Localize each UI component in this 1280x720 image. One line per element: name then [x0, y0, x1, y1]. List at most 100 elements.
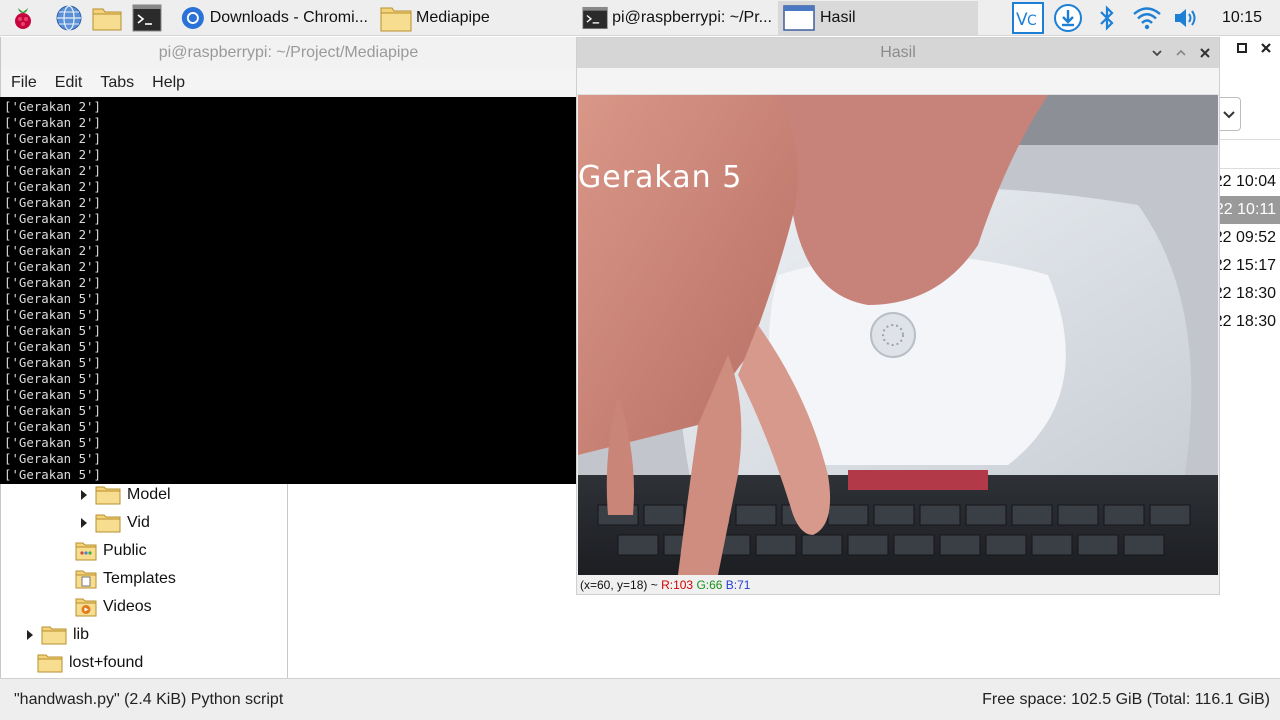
fm-statusbar: "handwash.py" (2.4 KiB) Python script Fr…	[0, 678, 1280, 720]
file-manager-icon[interactable]	[92, 3, 122, 33]
fm-file-date-selected[interactable]: 22 10:11	[1219, 196, 1280, 224]
fm-maximize-icon[interactable]	[1234, 40, 1250, 56]
hasil-title-bar[interactable]: Hasil	[577, 38, 1219, 68]
task-label: Downloads - Chromi...	[209, 9, 368, 26]
tree-item-label: lost+found	[69, 654, 144, 671]
vnc-icon[interactable]: V C	[1012, 2, 1044, 34]
volume-icon[interactable]	[1171, 2, 1203, 34]
tree-item-videos[interactable]: Videos	[75, 594, 152, 620]
terminal-line: ['Gerakan 5']	[4, 451, 101, 466]
terminal-line: ['Gerakan 5']	[4, 467, 101, 482]
tree-item-label: Public	[103, 542, 147, 559]
bluetooth-icon[interactable]	[1091, 2, 1123, 34]
wifi-icon[interactable]	[1131, 2, 1163, 34]
pixel-coords: (x=60, y=18) ~	[580, 578, 658, 592]
terminal-launcher-icon[interactable]	[132, 3, 162, 33]
terminal-line: ['Gerakan 5']	[4, 355, 101, 370]
fm-file-date[interactable]: 22 18:30	[1219, 280, 1280, 308]
terminal-line: ['Gerakan 5']	[4, 291, 101, 306]
gesture-overlay-label: Gerakan 5	[578, 160, 743, 195]
folder-icon	[37, 654, 63, 673]
minimize-icon[interactable]	[1149, 45, 1165, 61]
tree-item-lost-found[interactable]: lost+found	[37, 650, 143, 676]
tree-item-label: Model	[127, 486, 171, 503]
web-browser-icon[interactable]	[54, 3, 84, 33]
terminal-menubar: File Edit Tabs Help	[0, 68, 576, 97]
terminal-line: ['Gerakan 2']	[4, 115, 101, 130]
task-chromium[interactable]: Downloads - Chromi...	[176, 1, 372, 35]
selected-file-info: "handwash.py" (2.4 KiB) Python script	[14, 691, 284, 708]
tree-item-label: Vid	[127, 514, 150, 531]
terminal-line: ['Gerakan 2']	[4, 147, 101, 162]
chevron-down-icon	[1223, 111, 1235, 119]
task-hasil[interactable]: Hasil	[778, 1, 978, 35]
tree-item-templates[interactable]: Templates	[75, 566, 176, 592]
menu-tabs[interactable]: Tabs	[100, 74, 134, 92]
folder-icon	[380, 7, 412, 32]
fm-directory-tree: Model Vid Public Templates Videos lib lo…	[0, 484, 288, 678]
fm-file-date[interactable]: 22 15:17	[1219, 252, 1280, 280]
hasil-toolbar	[577, 68, 1219, 95]
expand-arrow-icon[interactable]	[79, 517, 89, 529]
free-space-info: Free space: 102.5 GiB (Total: 116.1 GiB)	[982, 691, 1270, 708]
task-mediapipe-folder[interactable]: Mediapipe	[376, 1, 572, 35]
terminal-line: ['Gerakan 5']	[4, 403, 101, 418]
fm-file-date[interactable]: 22 10:04	[1219, 168, 1280, 196]
folder-icon	[41, 626, 67, 645]
terminal-line: ['Gerakan 2']	[4, 211, 101, 226]
tree-item-model[interactable]: Model	[79, 482, 171, 508]
terminal-line: ['Gerakan 2']	[4, 275, 101, 290]
clock[interactable]: 10:15	[1222, 9, 1262, 27]
terminal-line: ['Gerakan 2']	[4, 227, 101, 242]
fm-path-dropdown[interactable]	[1219, 97, 1241, 131]
expand-arrow-icon[interactable]	[79, 489, 89, 501]
window-icon	[783, 5, 815, 31]
svg-text:C: C	[1027, 13, 1037, 29]
task-label: pi@raspberrypi: ~/Pr...	[612, 9, 772, 26]
update-download-icon[interactable]	[1052, 2, 1084, 34]
folder-icon	[95, 486, 121, 505]
terminal-line: ['Gerakan 2']	[4, 163, 101, 178]
terminal-line: ['Gerakan 2']	[4, 179, 101, 194]
terminal-output[interactable]: ['Gerakan 2'] ['Gerakan 2'] ['Gerakan 2'…	[0, 97, 576, 484]
tree-item-lib[interactable]: lib	[25, 622, 89, 648]
pixel-red-value: R:103	[661, 578, 694, 592]
terminal-line: ['Gerakan 5']	[4, 371, 101, 386]
templates-folder-icon	[75, 570, 97, 589]
maximize-icon[interactable]	[1173, 45, 1189, 61]
terminal-icon	[582, 6, 608, 30]
public-folder-icon	[75, 542, 97, 561]
pixel-blue-value: B:71	[725, 578, 751, 592]
task-terminal[interactable]: pi@raspberrypi: ~/Pr...	[578, 1, 776, 35]
fm-file-date[interactable]: 22 09:52	[1219, 224, 1280, 252]
menu-help[interactable]: Help	[152, 74, 185, 92]
terminal-line: ['Gerakan 2']	[4, 131, 101, 146]
terminal-title: pi@raspberrypi: ~/Project/Mediapipe	[158, 43, 419, 61]
tree-item-vid[interactable]: Vid	[79, 510, 150, 536]
tree-item-label: lib	[73, 626, 90, 643]
close-icon[interactable]	[1197, 45, 1213, 61]
menu-file[interactable]: File	[11, 74, 37, 92]
terminal-line: ['Gerakan 2']	[4, 243, 101, 258]
fm-column-header[interactable]	[1219, 139, 1280, 169]
expand-arrow-icon[interactable]	[25, 629, 35, 641]
terminal-line: ['Gerakan 5']	[4, 419, 101, 434]
videos-folder-icon	[75, 598, 97, 617]
raspberry-menu-icon[interactable]	[8, 3, 38, 33]
tree-item-public[interactable]: Public	[75, 538, 147, 564]
fm-file-date[interactable]: 22 18:30	[1219, 308, 1280, 336]
taskbar: Downloads - Chromi... Mediapipe pi@raspb…	[0, 0, 1280, 36]
terminal-line: ['Gerakan 2']	[4, 99, 101, 114]
tree-item-label: Videos	[103, 598, 152, 615]
terminal-line: ['Gerakan 5']	[4, 387, 101, 402]
terminal-title-bar[interactable]: pi@raspberrypi: ~/Project/Mediapipe	[0, 37, 576, 68]
hasil-window: Hasil Gerakan 5 (x=60, y=18) ~ R:103 G:6…	[576, 37, 1220, 595]
pixel-green-value: G:66	[696, 578, 723, 592]
tree-item-label: Templates	[103, 570, 176, 587]
menu-edit[interactable]: Edit	[55, 74, 83, 92]
terminal-line: ['Gerakan 5']	[4, 435, 101, 450]
fm-close-icon[interactable]	[1258, 40, 1274, 56]
terminal-line: ['Gerakan 5']	[4, 323, 101, 338]
task-label: Mediapipe	[416, 9, 490, 26]
hasil-title: Hasil	[880, 44, 916, 61]
